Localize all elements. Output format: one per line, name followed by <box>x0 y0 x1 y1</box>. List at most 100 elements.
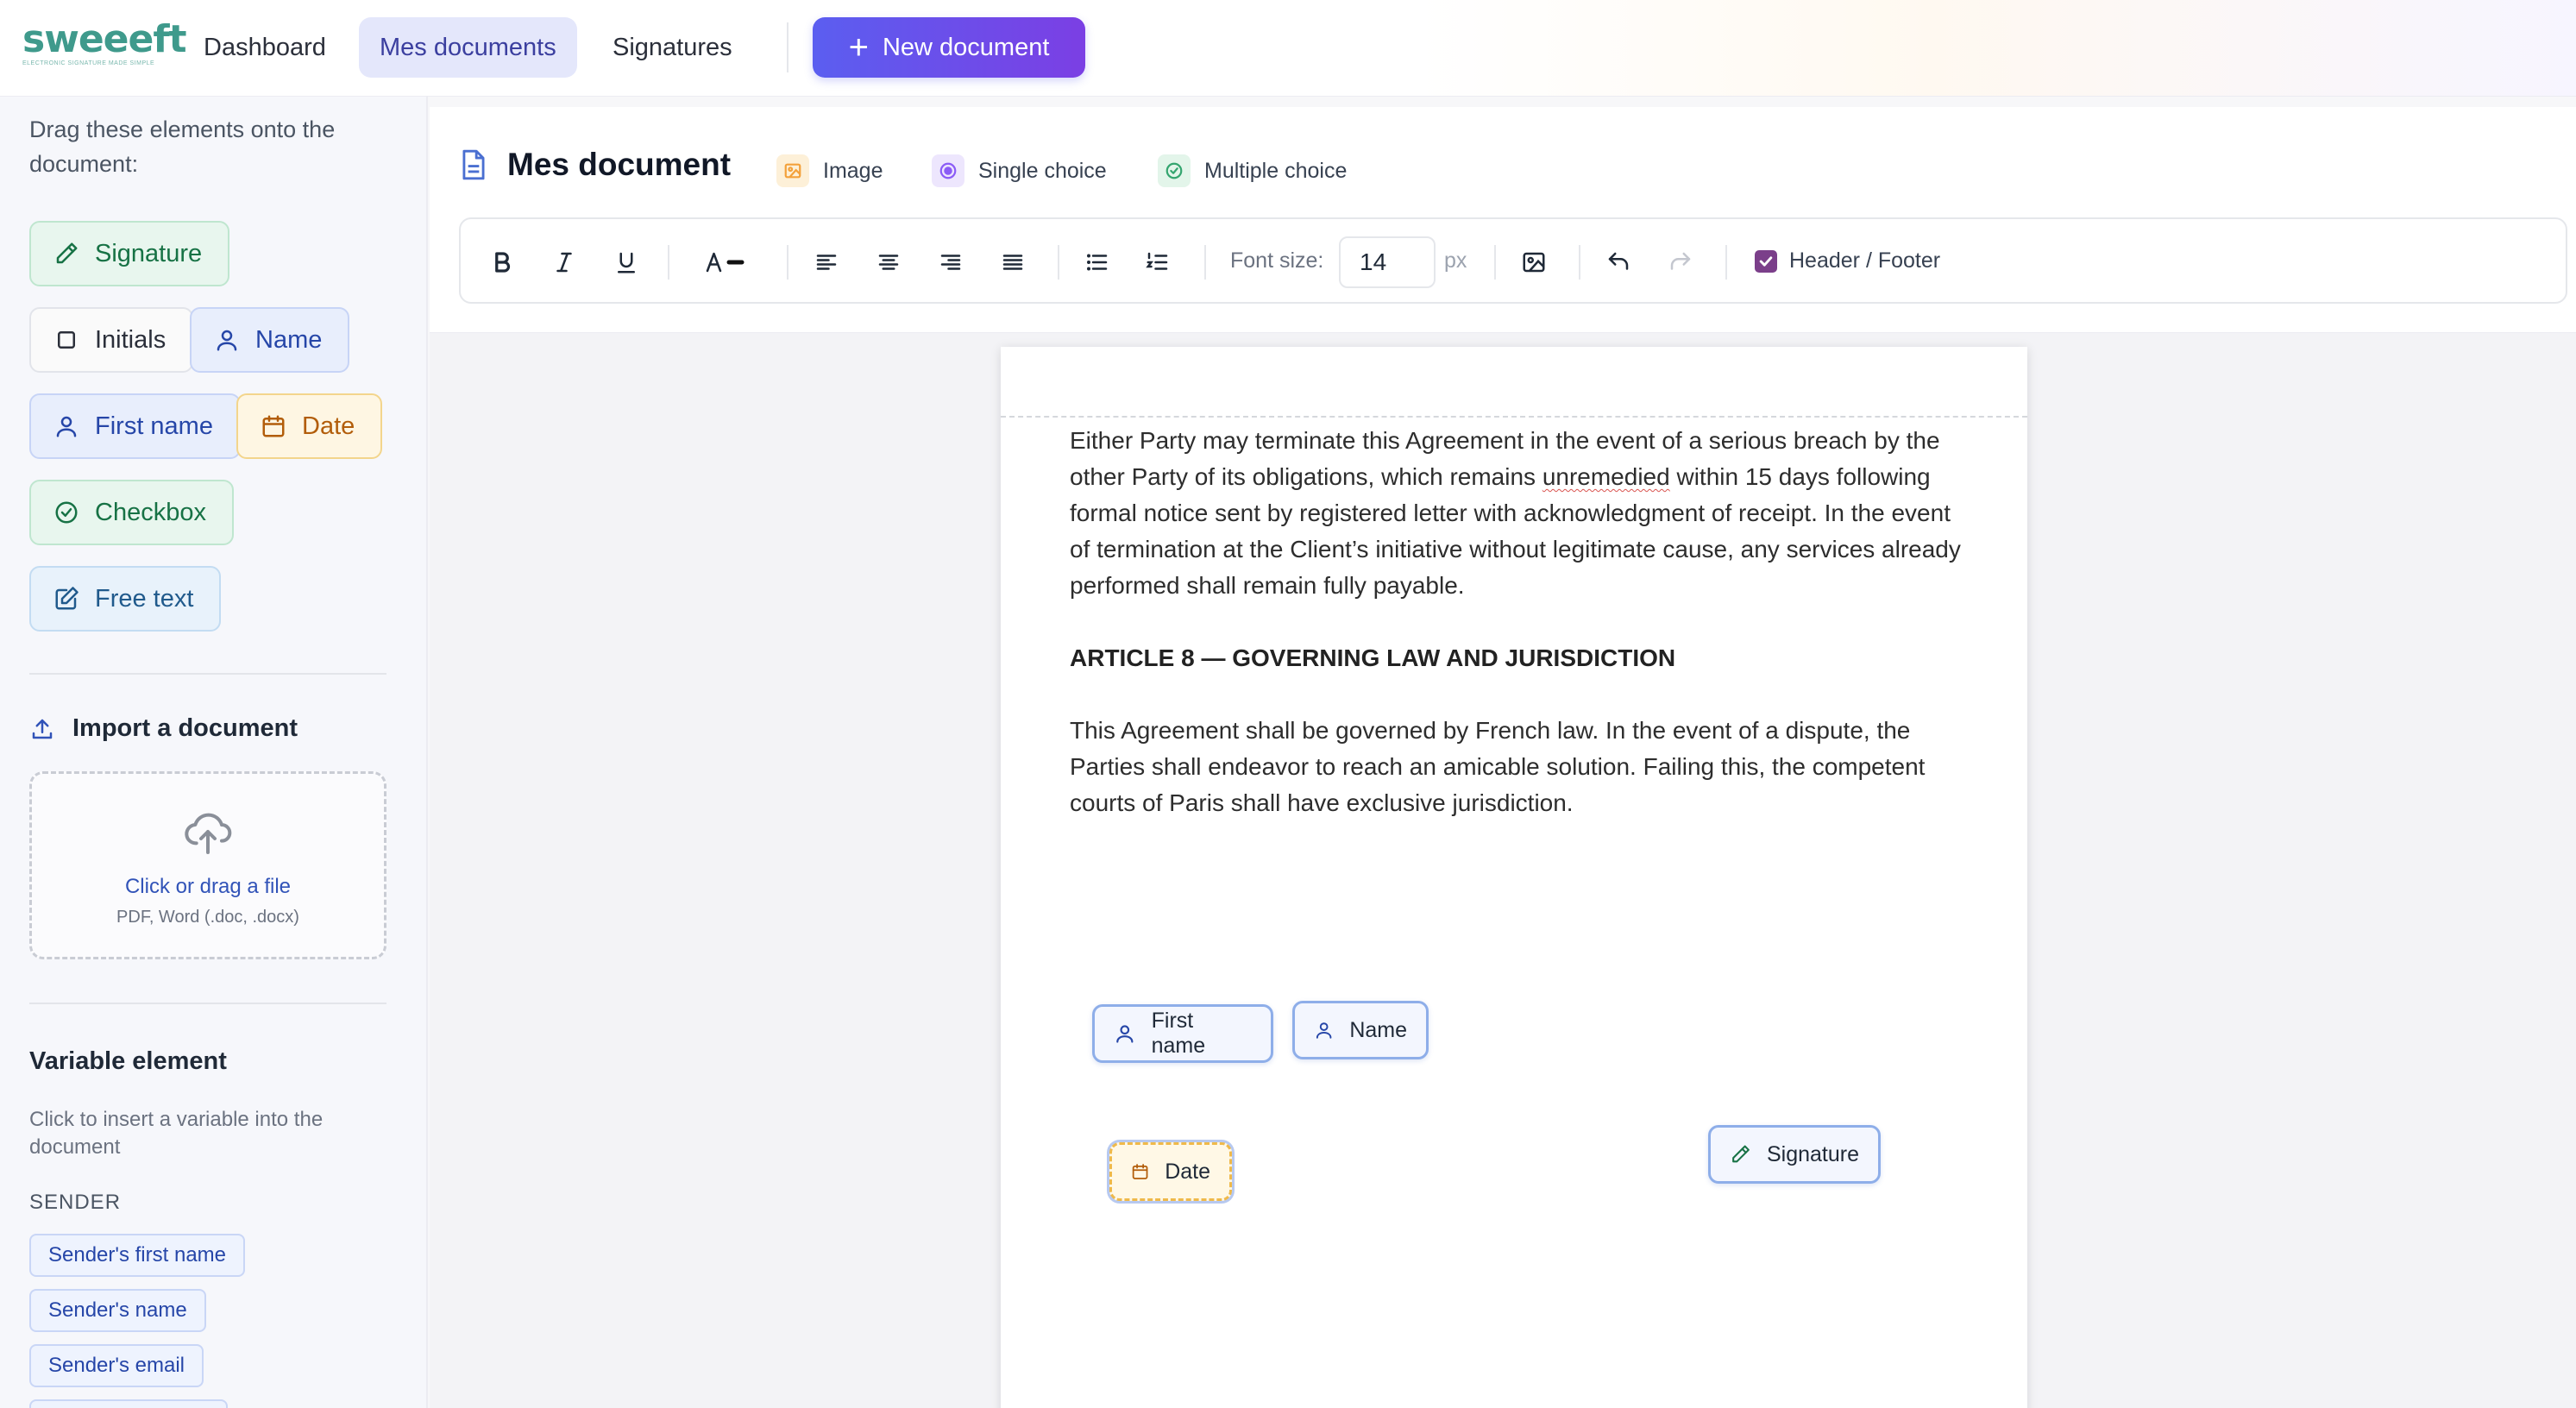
numbered-list-button[interactable] <box>1139 243 1177 281</box>
nav-signatures[interactable]: Signatures <box>592 17 753 78</box>
nav-mes-documents[interactable]: Mes documents <box>359 17 577 78</box>
element-signature-label: Signature <box>95 239 203 267</box>
element-initials[interactable]: Initials <box>29 307 194 373</box>
toolbar-separator <box>668 245 669 280</box>
bullet-list-icon <box>1087 254 1108 271</box>
user-icon <box>1116 1025 1134 1043</box>
align-center-button[interactable] <box>870 243 908 281</box>
align-justify-button[interactable] <box>994 243 1032 281</box>
element-name[interactable]: Name <box>190 307 350 373</box>
element-free-text[interactable]: Free text <box>29 566 222 632</box>
variable-senders-email[interactable]: Sender's email <box>29 1344 204 1387</box>
variable-chip-partial[interactable] <box>29 1399 228 1408</box>
document-body[interactable]: Either Party may terminate this Agreemen… <box>1070 423 1967 821</box>
align-right-button[interactable] <box>932 243 970 281</box>
bold-button[interactable] <box>483 243 521 281</box>
element-checkbox-label: Checkbox <box>95 498 206 526</box>
placed-field-name[interactable]: Name <box>1292 1001 1429 1059</box>
text-color-button[interactable] <box>690 243 759 281</box>
italic-icon <box>556 252 572 273</box>
element-date-label: Date <box>302 412 355 440</box>
paragraph-termination: Either Party may terminate this Agreemen… <box>1070 427 1961 599</box>
nav-dashboard[interactable]: Dashboard <box>183 17 347 78</box>
image-icon <box>1523 252 1545 273</box>
placed-field-name-label: Name <box>1349 1017 1407 1042</box>
align-center-icon <box>878 255 899 270</box>
sidebar-intro-text: Drag these elements onto the document: <box>29 116 336 177</box>
variable-section-sender: SENDER <box>29 1191 122 1214</box>
paragraph-governing-law: This Agreement shall be governed by Fren… <box>1070 717 1926 816</box>
document-page[interactable]: Either Party may terminate this Agreemen… <box>1001 347 2027 1408</box>
calendar-icon <box>262 415 285 437</box>
placed-field-signature[interactable]: Signature <box>1708 1125 1881 1184</box>
element-free-text-label: Free text <box>95 584 194 613</box>
document-header: Mes document Image Single choice Multipl… <box>430 107 2576 333</box>
check-circle-icon <box>55 501 78 524</box>
header-footer-label[interactable]: Header / Footer <box>1789 248 1940 273</box>
placed-field-signature-label: Signature <box>1766 1141 1859 1166</box>
font-size-input[interactable] <box>1339 236 1436 288</box>
variable-senders-name[interactable]: Sender's name <box>29 1289 206 1332</box>
editor-area: Mes document Image Single choice Multipl… <box>430 107 2576 1408</box>
dropzone-main-text: Click or drag a file <box>124 874 292 898</box>
undo-button[interactable] <box>1599 243 1637 281</box>
underline-icon <box>618 252 635 273</box>
new-document-button[interactable]: + New document <box>813 17 1085 78</box>
text-color-icon <box>706 252 745 273</box>
sidebar-divider <box>29 673 386 675</box>
align-justify-icon <box>1002 255 1023 270</box>
user-icon <box>56 416 77 437</box>
redo-icon <box>1670 252 1691 270</box>
toolbar-separator <box>1494 245 1496 280</box>
logo-wordmark: sweeeft <box>22 17 187 61</box>
insert-multiple-choice-tool[interactable]: Multiple choice <box>1158 152 1347 190</box>
header-footer-checkbox[interactable] <box>1755 250 1777 273</box>
import-document-title: Import a document <box>72 714 298 742</box>
edit-icon <box>55 587 79 610</box>
element-signature[interactable]: Signature <box>29 221 230 286</box>
toolbar-separator <box>787 245 789 280</box>
bullet-list-button[interactable] <box>1078 243 1116 281</box>
element-checkbox[interactable]: Checkbox <box>29 480 234 545</box>
elements-sidebar: Drag these elements onto the document: S… <box>0 97 428 1408</box>
import-document-heading: Import a document <box>29 714 298 743</box>
redo-button[interactable] <box>1662 243 1700 281</box>
article-heading: ARTICLE 8 — GOVERNING LAW AND JURISDICTI… <box>1070 644 1676 671</box>
insert-single-choice-tool[interactable]: Single choice <box>932 152 1107 190</box>
insert-image-button[interactable] <box>1515 243 1553 281</box>
placed-field-date[interactable]: Date <box>1109 1142 1232 1201</box>
formatting-toolbar: Font size: px Header / Footer <box>459 217 2567 304</box>
placed-field-first-name[interactable]: First name <box>1092 1004 1273 1063</box>
file-dropzone[interactable]: Click or drag a file PDF, Word (.doc, .d… <box>29 771 386 959</box>
upload-icon <box>32 719 53 739</box>
variable-element-heading: Variable element <box>29 1047 227 1075</box>
element-date[interactable]: Date <box>236 393 383 459</box>
align-left-button[interactable] <box>807 243 845 281</box>
top-navigation-bar: sweeeft ELECTRONIC SIGNATURE MADE SIMPLE… <box>0 0 2576 97</box>
document-title: Mes document <box>507 147 732 182</box>
toolbar-separator <box>1725 245 1727 280</box>
italic-button[interactable] <box>545 243 583 281</box>
variable-senders-first-name[interactable]: Sender's first name <box>29 1234 246 1277</box>
toolbar-separator <box>1204 245 1206 280</box>
dropzone-formats-text: PDF, Word (.doc, .docx) <box>116 907 299 927</box>
font-size-label: Font size: <box>1230 248 1324 273</box>
element-first-name[interactable]: First name <box>29 393 241 459</box>
image-icon <box>776 154 809 187</box>
sweeeft-logo[interactable]: sweeeft ELECTRONIC SIGNATURE MADE SIMPLE <box>22 17 187 69</box>
toolbar-separator <box>1579 245 1580 280</box>
sidebar-divider <box>29 1003 386 1004</box>
checkmark-icon <box>1759 256 1773 267</box>
header-boundary-line <box>1001 416 2027 418</box>
check-circle-icon <box>1158 154 1191 187</box>
insert-image-tool[interactable]: Image <box>776 152 883 190</box>
user-icon <box>217 330 237 351</box>
align-right-icon <box>940 255 961 270</box>
insert-image-label: Image <box>823 158 883 183</box>
underline-button[interactable] <box>607 243 645 281</box>
square-icon <box>58 331 75 349</box>
nav-divider <box>787 22 789 72</box>
toolbar-separator <box>1058 245 1059 280</box>
bold-icon <box>495 252 511 273</box>
user-icon <box>1316 1022 1332 1039</box>
